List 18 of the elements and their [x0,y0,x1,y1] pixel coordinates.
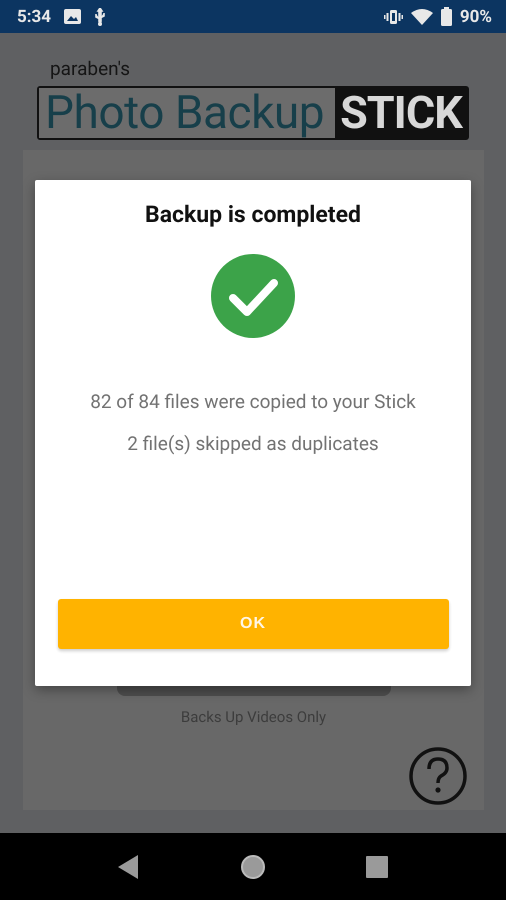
help-icon[interactable] [408,746,468,806]
wifi-icon [410,8,433,24]
ok-button[interactable]: OK [58,599,448,649]
home-icon[interactable] [240,854,266,880]
clock-time: 5:34 [17,6,52,26]
battery-percentage: 90% [460,6,492,26]
vibrate-icon [384,10,403,24]
image-icon [64,9,82,24]
dialog-title: Backup is completed [145,200,361,230]
success-check-icon [211,254,295,338]
recents-icon[interactable] [366,856,388,878]
app-logo: Photo Backup STICK [37,86,469,140]
result-message: 82 of 84 files were copied to your Stick [90,390,416,413]
battery-icon [440,7,452,26]
brand-label: paraben's [50,59,130,81]
back-icon[interactable] [118,854,140,878]
result-message: 2 file(s) skipped as duplicates [127,432,379,455]
usb-icon [94,8,106,26]
